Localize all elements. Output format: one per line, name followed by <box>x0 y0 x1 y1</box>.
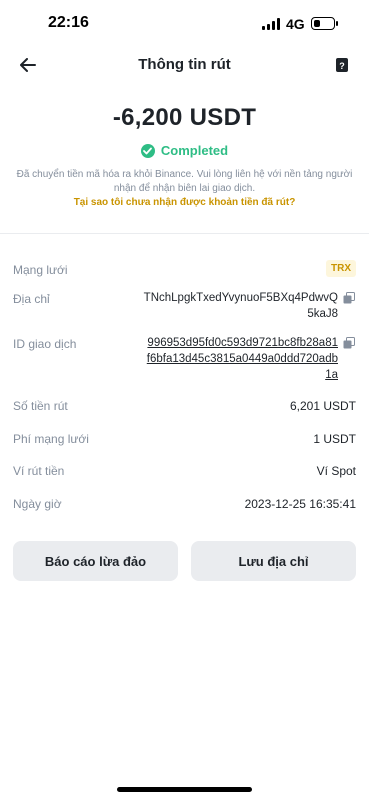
help-link[interactable]: Tại sao tôi chưa nhận được khoản tiền đã… <box>0 197 369 208</box>
withdrawal-amount: -6,200 USDT <box>112 104 257 131</box>
fee-label: Phí mạng lưới <box>13 432 89 446</box>
copy-address-icon[interactable] <box>343 292 355 304</box>
status-bar: 22:16 4G <box>0 0 369 48</box>
wallet-label: Ví rút tiền <box>13 464 65 478</box>
fee-value: 1 USDT <box>313 432 356 446</box>
datetime-label: Ngày giờ <box>13 497 62 511</box>
txid-label: ID giao dịch <box>13 337 77 351</box>
support-icon: ? <box>336 58 348 72</box>
description-text: Đã chuyển tiền mã hóa ra khỏi Binance. V… <box>16 169 353 194</box>
datetime-value: 2023-12-25 16:35:41 <box>244 497 356 511</box>
network-type: 4G <box>286 16 305 32</box>
header: Thông tin rút ? <box>0 48 369 82</box>
status-badge: Completed <box>160 143 229 158</box>
withdraw-amount-label: Số tiền rút <box>13 399 68 413</box>
signal-icon <box>262 18 280 30</box>
report-scam-button[interactable]: Báo cáo lừa đảo <box>13 541 178 581</box>
address-value: TNchLpgkTxedYvynuoF5BXq4PdwvQ 5kaJ8 <box>143 292 338 320</box>
svg-text:?: ? <box>339 61 345 71</box>
network-badge: TRX <box>326 260 356 277</box>
status-time: 22:16 <box>48 14 89 31</box>
copy-txid-icon[interactable] <box>343 337 355 349</box>
battery-icon <box>311 17 338 30</box>
divider <box>0 233 369 234</box>
network-label: Mạng lưới <box>13 263 68 277</box>
page-title: Thông tin rút <box>138 56 231 73</box>
txid-link[interactable]: 996953d95fd0c593d9721bc8fb28a81 f6bfa13d… <box>147 335 338 383</box>
withdraw-amount-value: 6,201 USDT <box>289 399 356 413</box>
wallet-value: Ví Spot <box>316 464 356 478</box>
support-button[interactable]: ? <box>329 52 355 78</box>
status-row: Completed <box>0 143 369 158</box>
check-circle-icon <box>140 143 155 158</box>
address-label: Địa chỉ <box>13 292 50 306</box>
home-indicator <box>117 787 252 792</box>
save-address-button[interactable]: Lưu địa chỉ <box>191 541 356 581</box>
